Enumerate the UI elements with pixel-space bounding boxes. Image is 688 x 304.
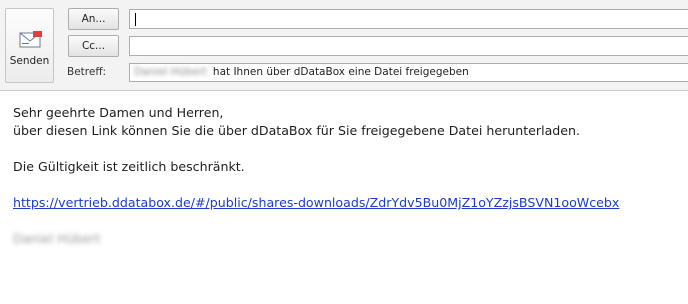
to-button[interactable]: An...	[68, 8, 119, 30]
to-field[interactable]	[129, 9, 688, 29]
subject-sender-name: Daniel Hübert	[134, 66, 207, 78]
download-link[interactable]: https://vertrieb.ddatabox.de/#/public/sh…	[13, 195, 619, 210]
greeting-line: Sehr geehrte Damen und Herren,	[13, 105, 224, 120]
message-body[interactable]: Sehr geehrte Damen und Herren, über dies…	[13, 104, 683, 248]
send-label: Senden	[9, 55, 50, 67]
cc-field[interactable]	[129, 36, 688, 56]
envelope-send-icon	[19, 31, 42, 48]
subject-field[interactable]: Daniel Hübert hat Ihnen über dDataBox ei…	[129, 63, 688, 82]
text-caret	[135, 13, 136, 26]
body-line-1: über diesen Link können Sie die über dDa…	[13, 123, 581, 138]
subject-text: hat Ihnen über dDataBox eine Datei freig…	[212, 66, 469, 78]
subject-label: Betreff:	[67, 66, 107, 78]
send-button[interactable]: Senden	[5, 8, 54, 83]
signature-name: Daniel Hübert	[13, 231, 101, 246]
message-header: Senden An... Cc... Betreff: Daniel Hüber…	[0, 0, 688, 91]
cc-button[interactable]: Cc...	[68, 35, 119, 57]
validity-line: Die Gültigkeit ist zeitlich beschränkt.	[13, 159, 245, 174]
